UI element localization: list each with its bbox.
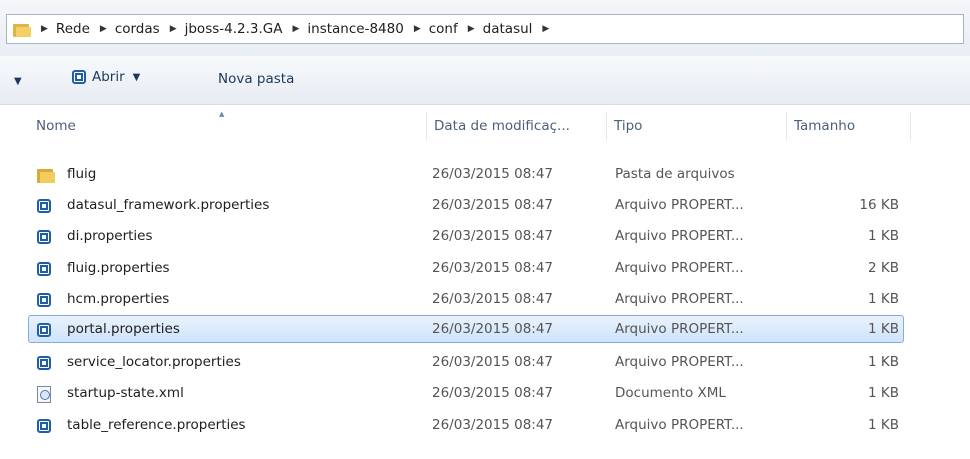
- file-row[interactable]: fluig.properties 26/03/2015 08:47 Arquiv…: [28, 254, 904, 282]
- chevron-right-icon[interactable]: ▶: [170, 24, 177, 34]
- properties-file-icon: [37, 291, 51, 309]
- address-bar[interactable]: ▶ Rede ▶ cordas ▶ jboss-4.2.3.GA ▶ insta…: [6, 14, 964, 44]
- new-folder-button[interactable]: Nova pasta: [218, 71, 294, 87]
- properties-file-icon: [37, 260, 51, 278]
- file-type: Arquivo PROPERT...: [615, 228, 744, 244]
- properties-file-icon: [37, 354, 51, 372]
- file-type: Arquivo PROPERT...: [615, 417, 744, 433]
- file-row[interactable]: service_locator.properties 26/03/2015 08…: [28, 348, 904, 376]
- file-type: Documento XML: [615, 385, 726, 401]
- chevron-right-icon[interactable]: ▶: [100, 24, 107, 34]
- file-name: hcm.properties: [67, 291, 170, 307]
- column-header-date[interactable]: Data de modificaç...: [426, 106, 606, 142]
- chevron-right-icon[interactable]: ▶: [292, 24, 299, 34]
- properties-file-icon: [37, 417, 51, 435]
- column-header-size[interactable]: Tamanho: [786, 106, 910, 142]
- file-date: 26/03/2015 08:47: [432, 321, 554, 337]
- properties-file-icon: [72, 70, 86, 84]
- column-header-name[interactable]: Nome: [28, 106, 426, 142]
- properties-file-icon: [37, 197, 51, 215]
- file-row[interactable]: di.properties 26/03/2015 08:47 Arquivo P…: [28, 222, 904, 250]
- file-type: Arquivo PROPERT...: [615, 354, 744, 370]
- file-size: 1 KB: [868, 321, 899, 337]
- file-type: Arquivo PROPERT...: [615, 291, 744, 307]
- open-button-label: Abrir: [92, 69, 125, 85]
- file-name: service_locator.properties: [67, 354, 241, 370]
- file-date: 26/03/2015 08:47: [432, 291, 554, 307]
- file-size: 1 KB: [868, 417, 899, 433]
- file-size: 1 KB: [868, 354, 899, 370]
- file-date: 26/03/2015 08:47: [432, 228, 554, 244]
- file-row[interactable]: hcm.properties 26/03/2015 08:47 Arquivo …: [28, 285, 904, 313]
- file-row[interactable]: datasul_framework.properties 26/03/2015 …: [28, 191, 904, 219]
- address-bar-area: ▶ Rede ▶ cordas ▶ jboss-4.2.3.GA ▶ insta…: [0, 0, 970, 56]
- folder-icon: [13, 22, 31, 37]
- properties-file-icon: [37, 321, 51, 339]
- column-header-type[interactable]: Tipo: [606, 106, 786, 142]
- file-type: Arquivo PROPERT...: [615, 260, 744, 276]
- file-name: di.properties: [67, 228, 153, 244]
- file-row-selected[interactable]: portal.properties 26/03/2015 08:47 Arqui…: [28, 315, 904, 343]
- file-row[interactable]: startup-state.xml 26/03/2015 08:47 Docum…: [28, 379, 904, 407]
- file-row[interactable]: fluig 26/03/2015 08:47 Pasta de arquivos: [28, 160, 904, 188]
- file-row[interactable]: table_reference.properties 26/03/2015 08…: [28, 411, 904, 439]
- chevron-down-icon[interactable]: ▼: [133, 72, 141, 83]
- file-name: startup-state.xml: [67, 385, 184, 401]
- breadcrumb-item[interactable]: conf: [429, 21, 458, 37]
- breadcrumb-item[interactable]: Rede: [56, 21, 90, 37]
- file-date: 26/03/2015 08:47: [432, 385, 554, 401]
- file-date: 26/03/2015 08:47: [432, 197, 554, 213]
- breadcrumb-item[interactable]: datasul: [483, 21, 533, 37]
- file-size: 1 KB: [868, 291, 899, 307]
- file-type: Pasta de arquivos: [615, 166, 735, 182]
- chevron-right-icon[interactable]: ▶: [468, 24, 475, 34]
- file-size: 1 KB: [868, 228, 899, 244]
- breadcrumb-item[interactable]: instance-8480: [307, 21, 403, 37]
- xml-file-icon: [37, 385, 51, 403]
- file-size: 1 KB: [868, 385, 899, 401]
- chevron-right-icon[interactable]: ▶: [41, 24, 48, 34]
- file-date: 26/03/2015 08:47: [432, 354, 554, 370]
- file-name: portal.properties: [67, 321, 180, 337]
- breadcrumb-item[interactable]: jboss-4.2.3.GA: [185, 21, 283, 37]
- file-date: 26/03/2015 08:47: [432, 417, 554, 433]
- folder-icon: [37, 166, 55, 184]
- file-date: 26/03/2015 08:47: [432, 166, 554, 182]
- column-header: ▲ Nome Data de modificaç... Tipo Tamanho: [0, 106, 970, 142]
- file-name: datasul_framework.properties: [67, 197, 270, 213]
- file-type: Arquivo PROPERT...: [615, 321, 744, 337]
- file-name: fluig: [67, 166, 97, 182]
- file-size: 16 KB: [859, 197, 899, 213]
- properties-file-icon: [37, 228, 51, 246]
- open-button[interactable]: Abrir ▼: [72, 69, 140, 85]
- file-type: Arquivo PROPERT...: [615, 197, 744, 213]
- organize-dropdown-icon[interactable]: ▼: [14, 76, 22, 87]
- chevron-right-icon[interactable]: ▶: [414, 24, 421, 34]
- command-bar: ▼ Abrir ▼ Nova pasta: [0, 56, 970, 105]
- breadcrumb-item[interactable]: cordas: [115, 21, 160, 37]
- file-date: 26/03/2015 08:47: [432, 260, 554, 276]
- file-name: table_reference.properties: [67, 417, 246, 433]
- column-divider[interactable]: [910, 112, 911, 140]
- chevron-right-icon[interactable]: ▶: [542, 24, 549, 34]
- file-name: fluig.properties: [67, 260, 170, 276]
- file-size: 2 KB: [868, 260, 899, 276]
